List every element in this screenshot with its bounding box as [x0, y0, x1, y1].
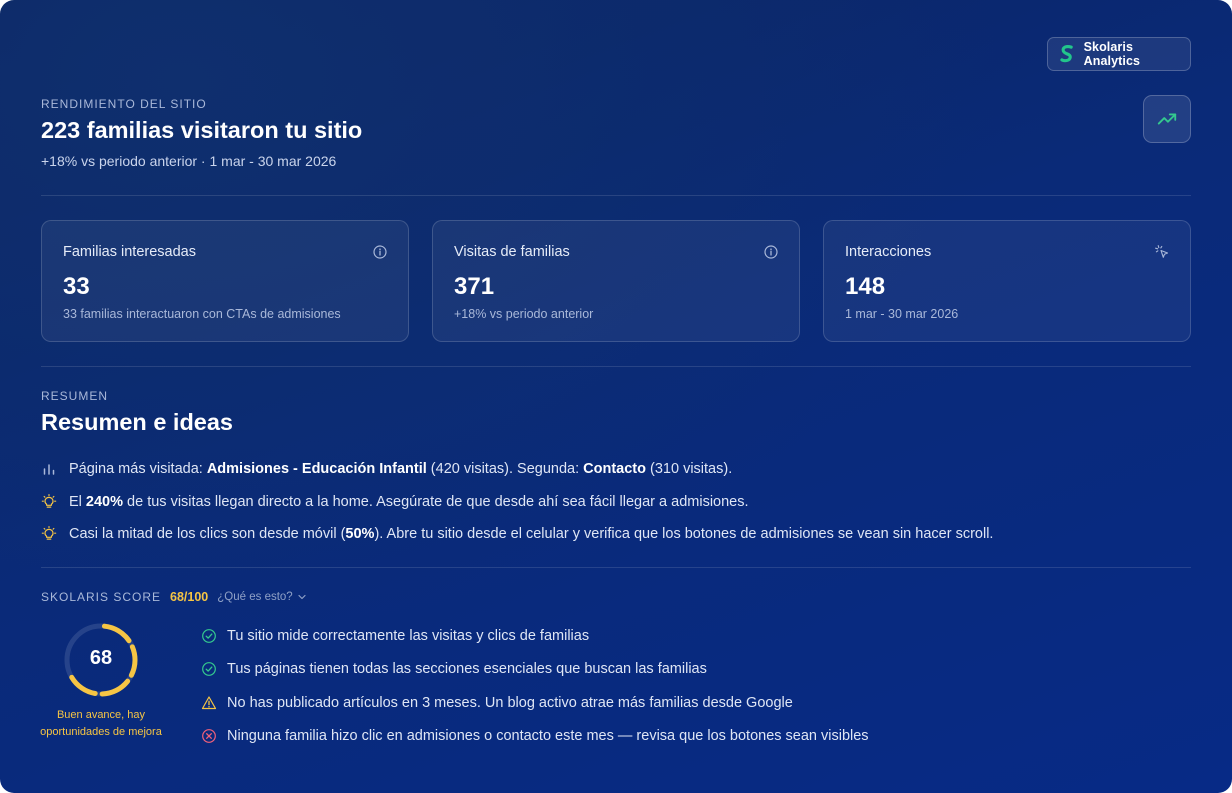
check-text: No has publicado artículos en 3 meses. U…	[227, 695, 793, 711]
check-text: Tus páginas tienen todas las secciones e…	[227, 661, 707, 677]
divider	[41, 366, 1191, 367]
info-icon[interactable]	[372, 244, 388, 260]
insight-item: El 240% de tus visitas llegan directo a …	[41, 492, 749, 512]
check-circle-icon	[202, 629, 216, 643]
score-gauge-number: 68	[89, 647, 113, 669]
divider	[41, 567, 1191, 568]
metric-card-visitas-de-familias: Visitas de familias 371 +18% vs periodo …	[432, 220, 800, 342]
page-title: 223 familias visitaron tu sitio	[41, 117, 363, 143]
metric-value: 148	[845, 273, 886, 300]
check-circle-icon	[202, 662, 216, 676]
check-text: Ninguna familia hizo clic en admisiones …	[227, 728, 869, 744]
summary-eyebrow: RESUMEN	[41, 389, 109, 403]
insight-item: Página más visitada: Admisiones - Educac…	[41, 459, 732, 479]
section-eyebrow: RENDIMIENTO DEL SITIO	[41, 97, 207, 111]
brand-name: Skolaris Analytics	[1083, 40, 1141, 68]
divider	[41, 195, 1191, 196]
page-subtitle: +18% vs periodo anterior · 1 mar - 30 ma…	[41, 153, 337, 169]
insight-text: Casi la mitad de los clics son desde móv…	[69, 526, 994, 542]
skolaris-logo-icon	[1060, 45, 1073, 63]
trending-up-icon	[1157, 113, 1177, 125]
trend-button[interactable]	[1143, 95, 1191, 143]
metric-value: 371	[454, 273, 495, 300]
score-header: SKOLARIS SCORE 68/100 ¿Qué es esto?	[41, 590, 307, 604]
summary-title: Resumen e ideas	[41, 409, 234, 435]
insight-item: Casi la mitad de los clics son desde móv…	[41, 524, 993, 544]
score-check-item: Tus páginas tienen todas las secciones e…	[201, 659, 707, 679]
score-help-label: ¿Qué es esto?	[217, 591, 293, 603]
brand-badge[interactable]: Skolaris Analytics	[1047, 37, 1191, 71]
info-icon[interactable]	[763, 244, 779, 260]
score-help-toggle[interactable]: ¿Qué es esto?	[217, 591, 306, 603]
insight-text: Página más visitada: Admisiones - Educac…	[69, 461, 733, 477]
score-check-item: No has publicado artículos en 3 meses. U…	[201, 693, 793, 713]
score-check-item: Ninguna familia hizo clic en admisiones …	[201, 726, 869, 746]
score-label: SKOLARIS SCORE	[41, 590, 162, 604]
metric-note: 1 mar - 30 mar 2026	[845, 307, 959, 321]
insight-text: El 240% de tus visitas llegan directo a …	[69, 494, 749, 510]
metric-value: 33	[63, 273, 90, 300]
metric-card-familias-interesadas: Familias interesadas 33 33 familias inte…	[41, 220, 409, 342]
score-value: 68/100	[170, 590, 209, 604]
metric-card-interacciones: Interacciones 148 1 mar - 30 mar 2026	[823, 220, 1191, 342]
warning-icon	[201, 696, 217, 710]
lightbulb-icon	[41, 526, 57, 540]
metric-note: +18% vs periodo anterior	[454, 307, 594, 321]
analytics-card: Skolaris Analytics RENDIMIENTO DEL SITIO…	[0, 0, 1232, 793]
score-caption: Buen avance, hay oportunidades de mejora	[40, 709, 162, 738]
score-check-item: Tu sitio mide correctamente las visitas …	[201, 626, 589, 646]
lightbulb-icon	[41, 494, 57, 508]
x-circle-icon	[202, 729, 216, 743]
chevron-down-icon	[298, 594, 306, 600]
metric-note: 33 familias interactuaron con CTAs de ad…	[63, 307, 341, 321]
metric-label: Interacciones	[845, 244, 932, 260]
metric-label: Visitas de familias	[454, 244, 570, 260]
metric-label: Familias interesadas	[63, 244, 196, 260]
bar-chart-icon	[43, 464, 55, 475]
cursor-click-icon	[1155, 245, 1169, 258]
check-text: Tu sitio mide correctamente las visitas …	[227, 628, 590, 644]
